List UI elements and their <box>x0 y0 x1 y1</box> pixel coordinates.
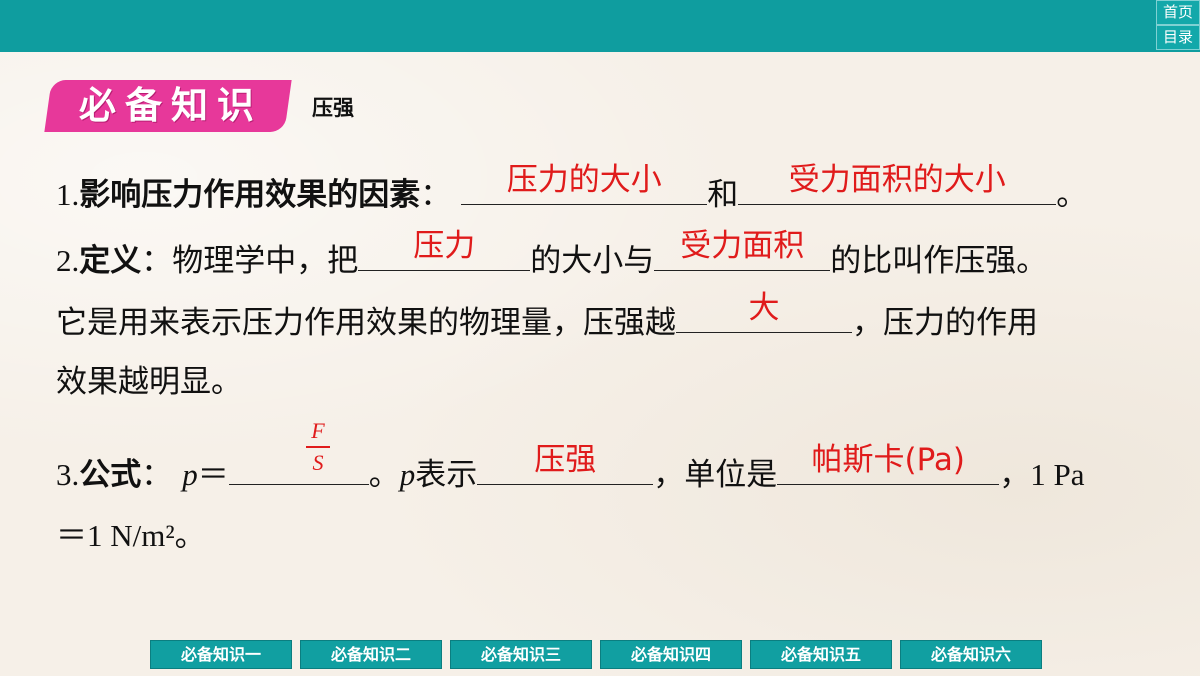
item2-text2: 的大小与 <box>530 243 655 279</box>
item3-term: 公式 <box>79 457 142 493</box>
item1-answer2: 受力面积的大小 <box>788 162 1006 198</box>
item1-answer1: 压力的大小 <box>506 162 662 198</box>
home-button[interactable]: 首页 <box>1156 0 1200 25</box>
item3-colon: ： <box>141 457 173 493</box>
item2-text3: 的比叫作压强。 <box>830 243 1048 279</box>
item1-number: 1. <box>56 177 80 212</box>
nav-knowledge-2[interactable]: 必备知识二 <box>300 640 442 669</box>
item2-line3: 效果越明显。 <box>56 356 242 401</box>
item2-number: 2. <box>56 243 80 278</box>
item3-line2: ＝1 N/m²。 <box>56 510 206 555</box>
bottom-nav: 必备知识一 必备知识二 必备知识三 必备知识四 必备知识五 必备知识六 <box>150 640 1042 669</box>
item1-blank1: 压力的大小 <box>461 162 708 205</box>
item3-blank-formula <box>228 446 369 485</box>
item1-colon: ： <box>420 177 452 213</box>
item3-answer2: 帕斯卡(Pa) <box>811 442 966 478</box>
item3-answer1: 压强 <box>534 442 597 478</box>
section-badge-label: 必备知识 <box>79 84 263 127</box>
nav-knowledge-6[interactable]: 必备知识六 <box>900 640 1042 669</box>
item1-connector: 和 <box>707 177 739 213</box>
item3-text5: ＝1 N/m²。 <box>56 518 206 553</box>
item3-var-p2: p <box>399 457 416 492</box>
item1-line: 1.影响压力作用效果的因素： 压力的大小 和 受力面积的大小 。 <box>56 162 1088 214</box>
item2-answer3: 大 <box>748 290 780 326</box>
nav-knowledge-5[interactable]: 必备知识五 <box>750 640 892 669</box>
item3-equals: ＝ <box>197 457 229 493</box>
item3-var-p: p <box>182 457 198 492</box>
item3-line: 3.公式： p＝ 。p表示 压强 ，单位是 帕斯卡(Pa) ，1 Pa <box>56 442 1085 494</box>
item2-answer1: 压力 <box>413 228 476 264</box>
item3-text2: 表示 <box>415 457 478 493</box>
item2-term: 定义 <box>79 243 142 279</box>
nav-knowledge-1[interactable]: 必备知识一 <box>150 640 292 669</box>
item1-blank2: 受力面积的大小 <box>738 162 1057 205</box>
item2-text1: ：物理学中，把 <box>141 243 359 279</box>
item2-line: 2.定义：物理学中，把 压力 的大小与 受力面积 的比叫作压强。 <box>56 228 1048 280</box>
item1-end: 。 <box>1056 177 1088 213</box>
top-bar <box>0 0 1200 52</box>
item1-term: 影响压力作用效果的因素 <box>79 177 421 213</box>
nav-knowledge-3[interactable]: 必备知识三 <box>450 640 592 669</box>
item2-answer2: 受力面积 <box>680 228 805 264</box>
item2-blank3: 大 <box>676 290 852 333</box>
item2-text4: 它是用来表示压力作用效果的物理量，压强越 <box>56 305 676 341</box>
item2-line2: 它是用来表示压力作用效果的物理量，压强越 大 ，压力的作用 <box>56 290 1038 342</box>
nav-knowledge-4[interactable]: 必备知识四 <box>600 640 742 669</box>
item3-text1: 。 <box>368 457 400 493</box>
fraction-numerator: F <box>311 418 325 443</box>
item3-blank1: 压强 <box>477 442 654 485</box>
topic-title: 压强 <box>312 96 354 120</box>
item2-blank1: 压力 <box>358 228 531 271</box>
item3-text4: ，1 Pa <box>999 457 1085 492</box>
item3-number: 3. <box>56 457 80 492</box>
item3-text3: ，单位是 <box>653 457 778 493</box>
item2-text6: 效果越明显。 <box>56 364 242 400</box>
top-nav: 首页 目录 <box>1156 0 1200 50</box>
toc-button[interactable]: 目录 <box>1156 25 1200 50</box>
item2-text5: ，压力的作用 <box>852 305 1038 341</box>
item2-blank2: 受力面积 <box>654 228 831 271</box>
item3-blank2: 帕斯卡(Pa) <box>777 442 1000 485</box>
